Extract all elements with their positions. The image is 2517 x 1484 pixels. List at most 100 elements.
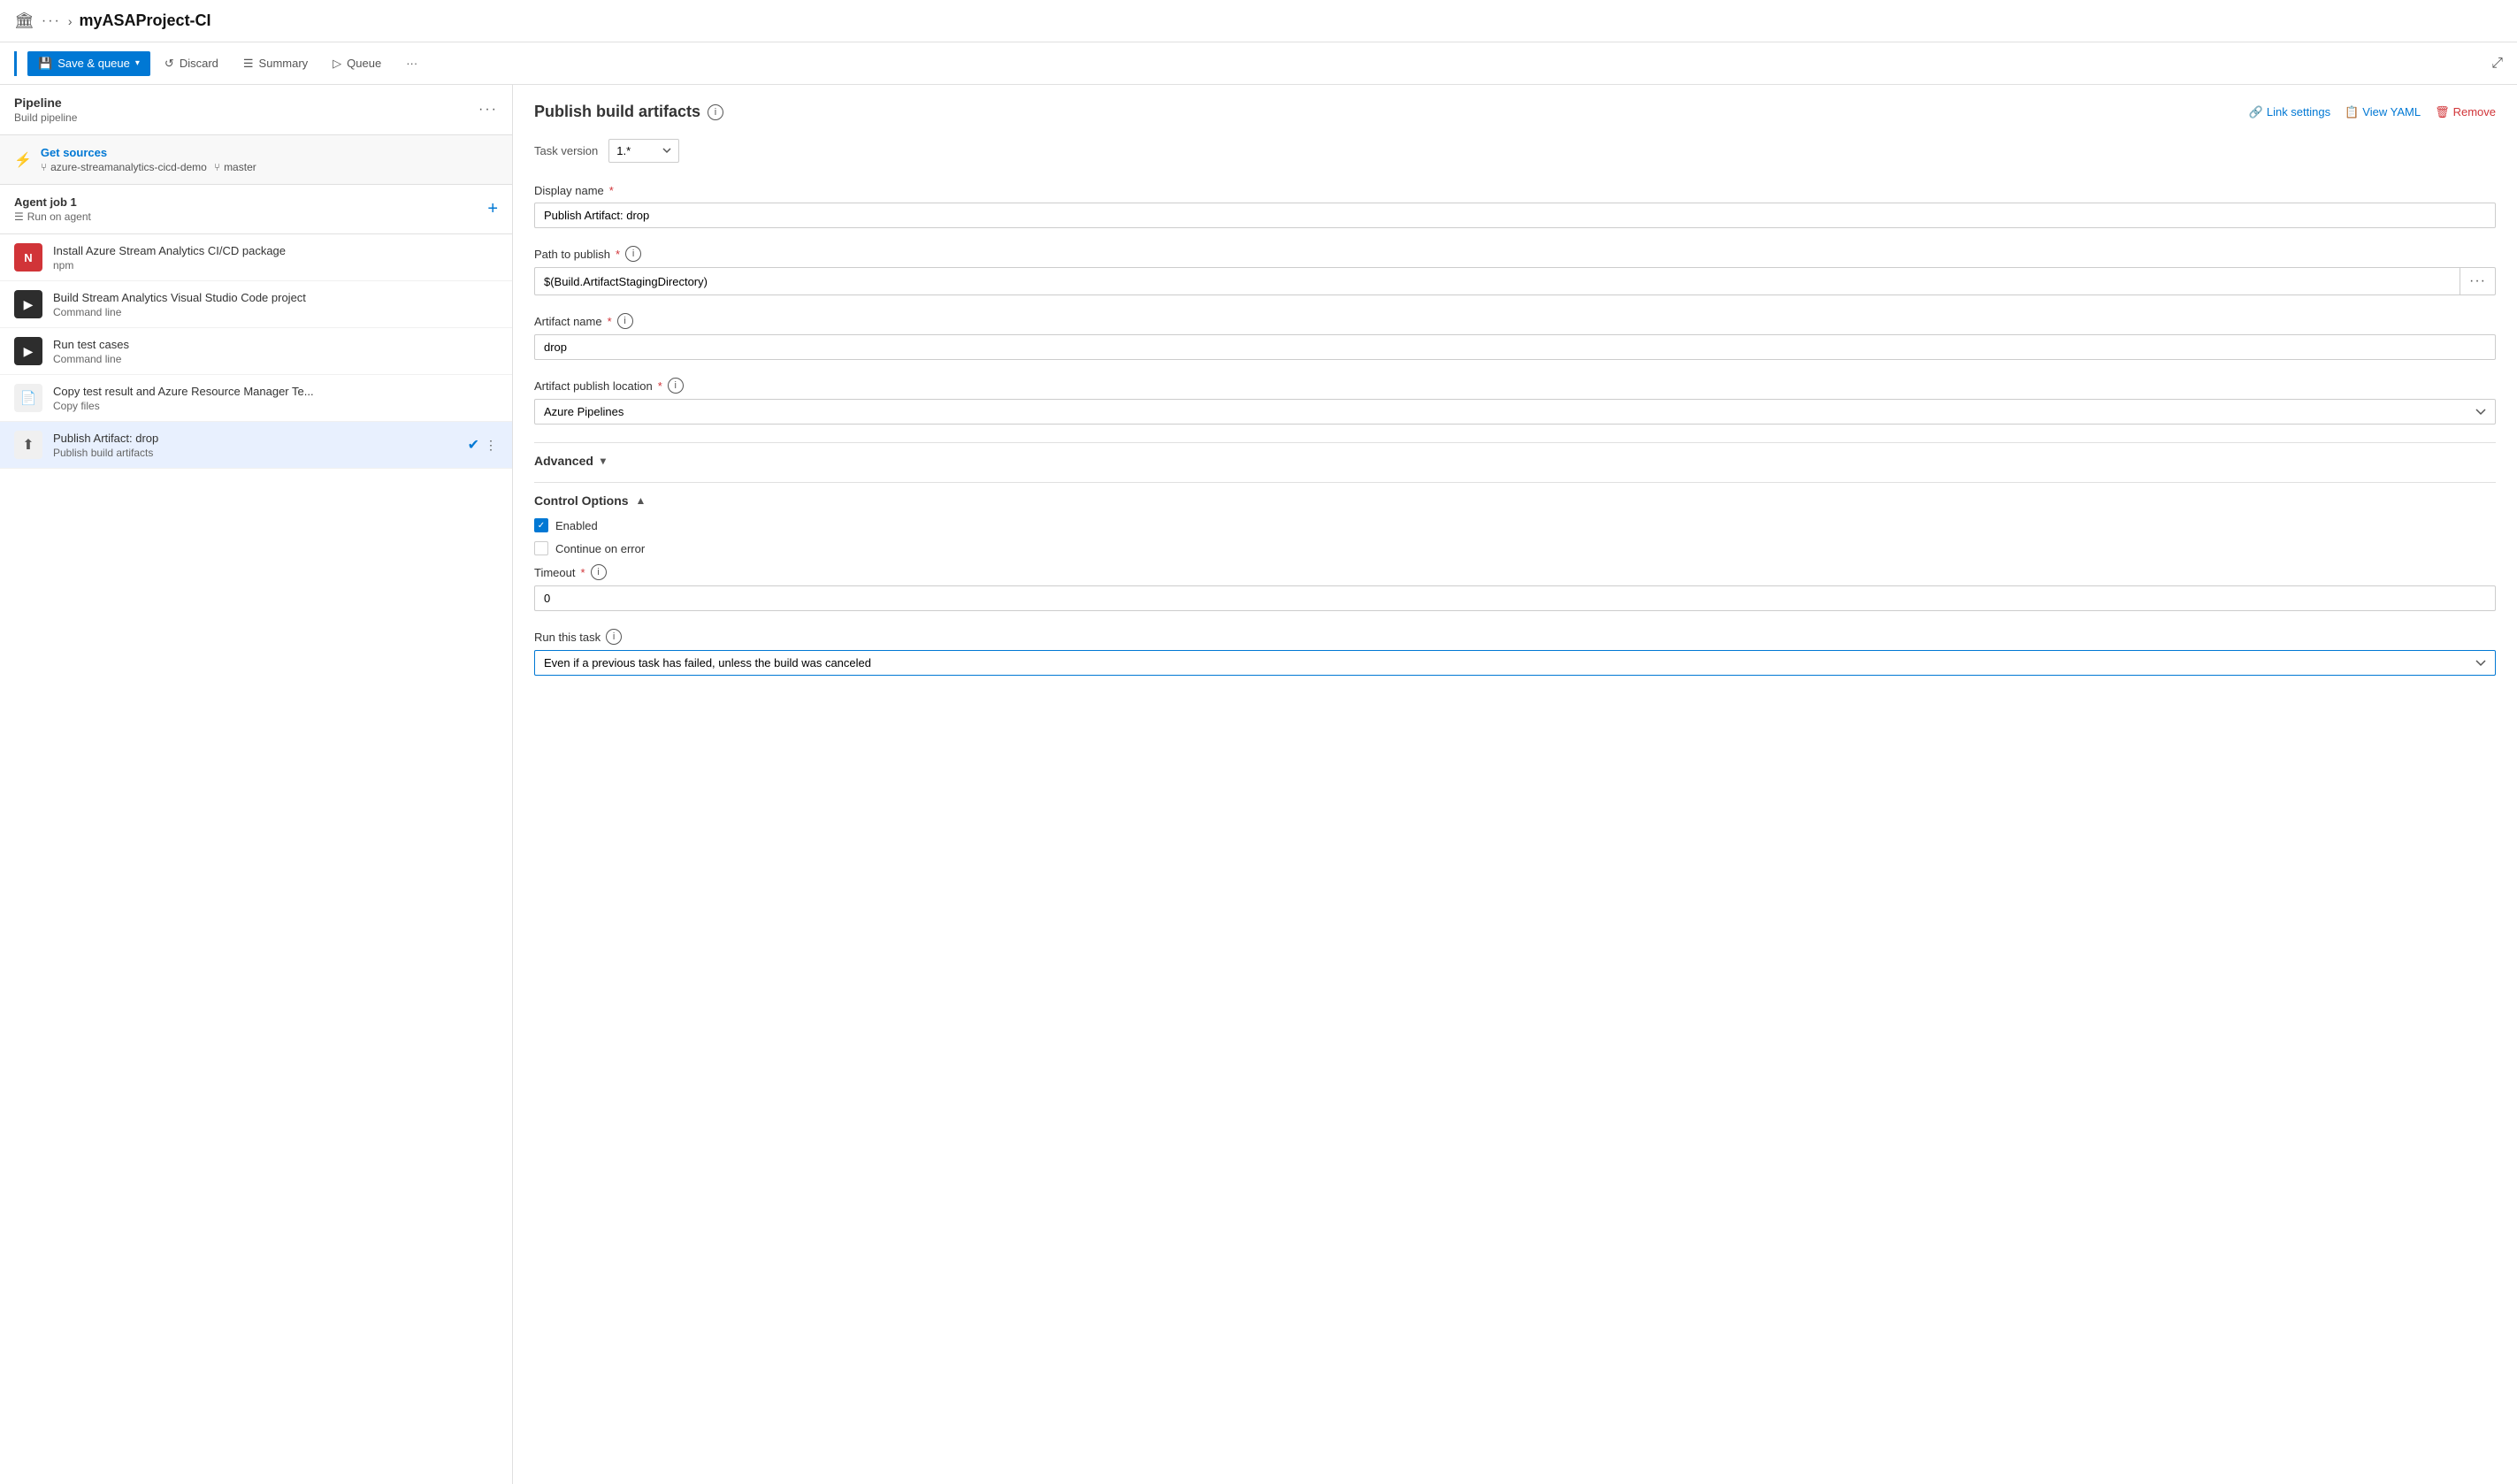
run-this-task-label: Run this task i [534, 629, 2496, 645]
artifact-publish-location-field: Artifact publish location * i Azure Pipe… [534, 378, 2496, 425]
artifact-name-label: Artifact name * i [534, 313, 2496, 329]
build-task-content: Build Stream Analytics Visual Studio Cod… [53, 291, 498, 318]
cmd2-icon: ▶ [24, 344, 34, 359]
view-yaml-button[interactable]: 📋 View YAML [2345, 105, 2421, 119]
continue-on-error-checkbox[interactable] [534, 541, 548, 555]
pipeline-more-dots[interactable]: ··· [478, 102, 498, 118]
display-name-label: Display name * [534, 184, 2496, 197]
path-to-publish-label: Path to publish * i [534, 246, 2496, 262]
install-task-icon: N [14, 243, 42, 272]
save-queue-label: Save & queue [57, 57, 130, 70]
artifact-name-field: Artifact name * i [534, 313, 2496, 360]
discard-button[interactable]: ↺ Discard [154, 51, 229, 76]
task-item-publish[interactable]: ⬆ Publish Artifact: drop Publish build a… [0, 422, 512, 469]
pipeline-header: Pipeline Build pipeline ··· [0, 85, 512, 135]
right-panel: Publish build artifacts i 🔗 Link setting… [513, 85, 2517, 1484]
task-more-dots[interactable]: ⋮ [485, 438, 498, 453]
task-item-test[interactable]: ▶ Run test cases Command line [0, 328, 512, 375]
remove-button[interactable]: 🗑 Remove [2435, 105, 2496, 119]
enabled-checkbox[interactable]: ✓ [534, 518, 548, 532]
view-yaml-icon: 📋 [2345, 105, 2359, 119]
advanced-section-header[interactable]: Advanced ▾ [534, 442, 2496, 478]
queue-button[interactable]: ▷ Queue [322, 51, 392, 76]
artifact-publish-location-select[interactable]: Azure Pipelines File share [534, 399, 2496, 425]
agent-job-info: Agent job 1 ☰ Run on agent [14, 195, 91, 223]
control-options-label: Control Options [534, 493, 629, 508]
run-this-task-info-icon[interactable]: i [606, 629, 622, 645]
timeout-required: * [580, 566, 585, 579]
save-queue-button[interactable]: 💾 Save & queue ▾ [27, 51, 150, 76]
title-info-icon[interactable]: i [708, 104, 723, 120]
upload-icon: ⬆ [22, 436, 34, 454]
branch-icon: ⑂ [214, 161, 220, 173]
queue-icon: ▷ [333, 57, 341, 71]
run-this-task-field: Run this task i Only when all previous t… [534, 629, 2496, 676]
artifact-name-info-icon[interactable]: i [617, 313, 633, 329]
right-panel-actions: 🔗 Link settings 📋 View YAML 🗑 Remove [2249, 105, 2496, 119]
artifact-publish-location-label: Artifact publish location * i [534, 378, 2496, 394]
path-to-publish-field: Path to publish * i ··· [534, 246, 2496, 295]
enabled-row: ✓ Enabled [534, 518, 2496, 532]
link-settings-icon: 🔗 [2249, 105, 2263, 119]
control-options-section-header[interactable]: Control Options ▲ [534, 482, 2496, 518]
task-version-row: Task version 1.* 2.* [534, 139, 2496, 163]
test-task-subtitle: Command line [53, 353, 498, 365]
page-title: myASAProject-CI [80, 11, 211, 30]
pipeline-title: Pipeline [14, 96, 77, 110]
nav-breadcrumb-chevron: › [68, 14, 73, 28]
expand-icon[interactable]: ⤢ [2491, 56, 2503, 72]
display-name-input[interactable] [534, 203, 2496, 228]
agent-job-row: Agent job 1 ☰ Run on agent + [0, 185, 512, 234]
repo-icon: ⑂ [41, 161, 47, 173]
task-item-copy[interactable]: 📄 Copy test result and Azure Resource Ma… [0, 375, 512, 422]
task-version-select[interactable]: 1.* 2.* [608, 139, 679, 163]
run-this-task-select[interactable]: Only when all previous tasks have succee… [534, 650, 2496, 676]
summary-button[interactable]: ☰ Summary [233, 51, 318, 76]
install-task-content: Install Azure Stream Analytics CI/CD pac… [53, 244, 498, 272]
agent-job-subtitle: ☰ Run on agent [14, 210, 91, 223]
artifact-publish-location-info-icon[interactable]: i [668, 378, 684, 394]
top-nav: 🏛 ··· › myASAProject-CI [0, 0, 2517, 42]
path-to-publish-input[interactable] [534, 267, 2460, 295]
control-options-chevron: ▲ [636, 494, 646, 507]
build-task-icon: ▶ [14, 290, 42, 318]
publish-task-subtitle: Publish build artifacts [53, 447, 457, 459]
toolbar-more-button[interactable]: ··· [395, 51, 428, 75]
artifact-name-input[interactable] [534, 334, 2496, 360]
get-sources-icon: ⚡ [14, 151, 32, 169]
task-check-icon: ✔ [468, 436, 479, 454]
task-item-build[interactable]: ▶ Build Stream Analytics Visual Studio C… [0, 281, 512, 328]
task-detail-title: Publish build artifacts [534, 103, 700, 121]
publish-task-title: Publish Artifact: drop [53, 432, 457, 445]
path-more-button[interactable]: ··· [2460, 267, 2496, 295]
test-task-title: Run test cases [53, 338, 498, 351]
add-task-button[interactable]: + [487, 199, 498, 219]
copy-task-subtitle: Copy files [53, 400, 498, 412]
pipeline-subtitle: Build pipeline [14, 111, 77, 124]
copy-icon: 📄 [20, 390, 37, 406]
path-to-publish-input-group: ··· [534, 267, 2496, 295]
get-sources-row[interactable]: ⚡ Get sources ⑂ azure-streamanalytics-ci… [0, 135, 512, 185]
left-panel: Pipeline Build pipeline ··· ⚡ Get source… [0, 85, 513, 1484]
timeout-info-icon[interactable]: i [591, 564, 607, 580]
copy-task-icon: 📄 [14, 384, 42, 412]
discard-label: Discard [180, 57, 218, 70]
build-task-subtitle: Command line [53, 306, 498, 318]
remove-icon: 🗑 [2435, 105, 2450, 119]
timeout-input[interactable] [534, 585, 2496, 611]
task-item-install[interactable]: N Install Azure Stream Analytics CI/CD p… [0, 234, 512, 281]
timeout-field: Timeout * i [534, 564, 2496, 611]
publish-task-content: Publish Artifact: drop Publish build art… [53, 432, 457, 459]
path-info-icon[interactable]: i [625, 246, 641, 262]
link-settings-button[interactable]: 🔗 Link settings [2249, 105, 2330, 119]
publish-task-icon: ⬆ [14, 431, 42, 459]
toolbar: 💾 Save & queue ▾ ↺ Discard ☰ Summary ▷ Q… [0, 42, 2517, 85]
nav-more-dots[interactable]: ··· [42, 13, 61, 29]
right-panel-title-row: Publish build artifacts i [534, 103, 723, 121]
get-sources-content: Get sources ⑂ azure-streamanalytics-cicd… [41, 146, 256, 173]
test-task-icon: ▶ [14, 337, 42, 365]
toolbar-accent [14, 51, 17, 76]
right-panel-header: Publish build artifacts i 🔗 Link setting… [534, 103, 2496, 121]
app-icon: 🏛 [14, 11, 34, 30]
test-task-content: Run test cases Command line [53, 338, 498, 365]
